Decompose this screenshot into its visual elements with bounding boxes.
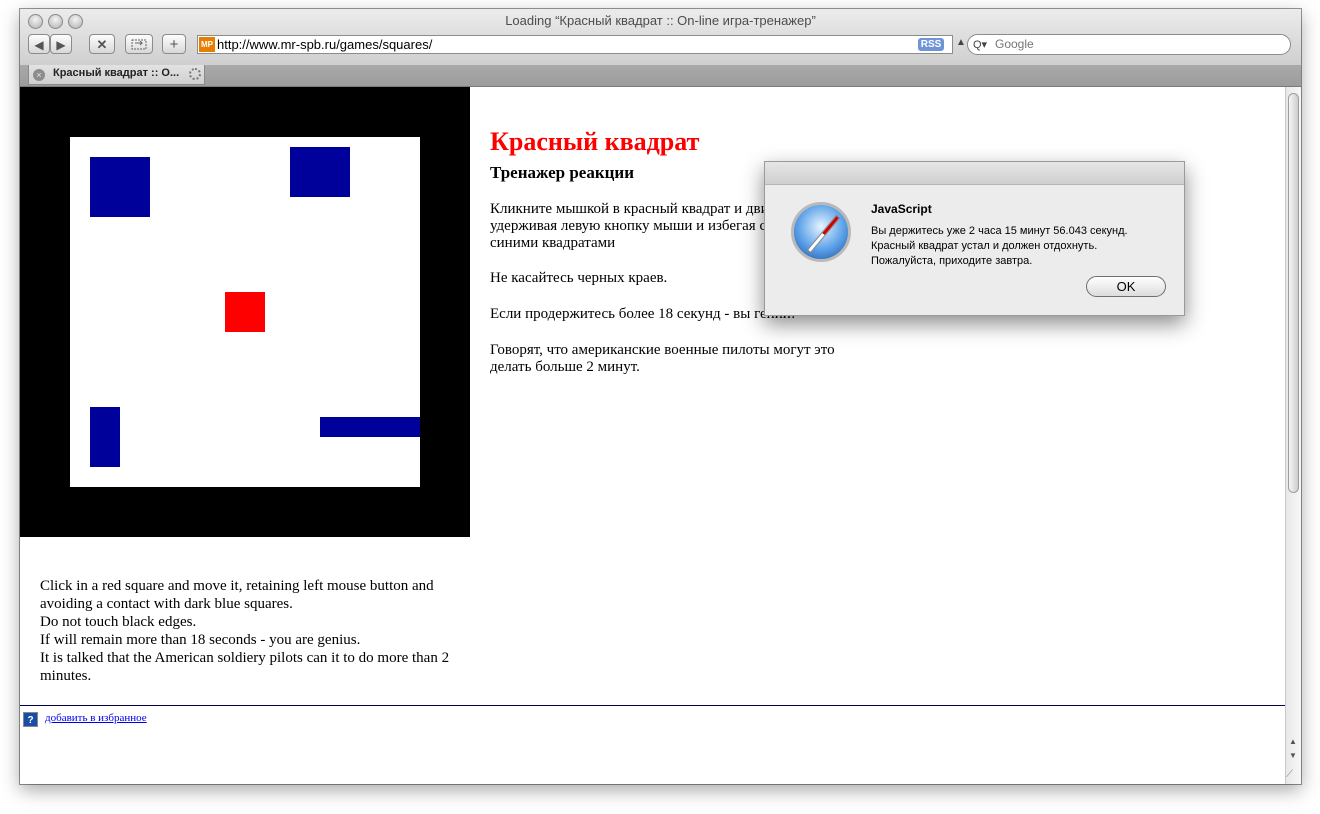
help-icon[interactable]: ? bbox=[23, 712, 38, 727]
dialog-message: Вы держитесь уже 2 часа 15 минут 56.043 … bbox=[871, 224, 1171, 269]
blue-square bbox=[320, 417, 420, 437]
search-field[interactable]: Q▾ bbox=[967, 34, 1291, 55]
page-subtitle: Тренажер реакции bbox=[490, 163, 635, 182]
snapback-icon bbox=[131, 39, 147, 50]
back-arrow-icon: ◀ bbox=[34, 38, 44, 52]
dialog-title: JavaScript bbox=[871, 202, 932, 216]
game-field[interactable] bbox=[70, 137, 420, 487]
english-line: If will remain more than 18 seconds - yo… bbox=[40, 632, 361, 648]
english-line: It is talked that the American soldiery … bbox=[40, 650, 450, 684]
back-button[interactable]: ◀ bbox=[28, 34, 50, 54]
forward-arrow-icon: ▶ bbox=[56, 38, 66, 52]
stop-icon: ✕ bbox=[96, 37, 108, 52]
address-bar[interactable]: MP http://www.mr-spb.ru/games/squares/ R… bbox=[197, 35, 953, 54]
red-square[interactable] bbox=[225, 292, 265, 332]
english-line: Click in a red square and move it, retai… bbox=[40, 578, 434, 612]
site-favicon-icon: MP bbox=[199, 37, 215, 52]
add-bookmark-button[interactable]: + bbox=[162, 34, 186, 54]
address-dropdown-chevron-icon[interactable]: ▲ bbox=[956, 37, 966, 48]
game-board[interactable] bbox=[20, 87, 470, 537]
english-line: Do not touch black edges. bbox=[40, 614, 197, 630]
scroll-down-icon[interactable]: ▼ bbox=[1289, 751, 1297, 760]
browser-window: Loading “Красный квадрат :: On-line игра… bbox=[20, 9, 1301, 784]
tab-label: Красный квадрат :: O... bbox=[53, 67, 180, 79]
snapback-button[interactable] bbox=[125, 34, 153, 54]
resize-grip-icon[interactable]: ⟋ bbox=[1286, 769, 1293, 780]
vertical-scrollbar[interactable]: ▲ ▼ bbox=[1285, 87, 1301, 784]
safari-compass-icon bbox=[791, 202, 851, 262]
blue-square bbox=[290, 147, 350, 197]
loading-spinner-icon bbox=[189, 68, 201, 80]
scroll-up-icon[interactable]: ▲ bbox=[1289, 737, 1297, 746]
stop-button[interactable]: ✕ bbox=[89, 34, 115, 54]
dialog-message-line: Красный квадрат устал и должен отдохнуть… bbox=[871, 240, 1098, 252]
page-title: Красный квадрат bbox=[490, 127, 700, 156]
tab-current[interactable]: × Красный квадрат :: O... bbox=[28, 65, 205, 85]
blue-square bbox=[90, 157, 150, 217]
add-to-favorites-link[interactable]: добавить в избранное bbox=[45, 712, 147, 724]
search-icon[interactable]: Q▾ bbox=[973, 38, 987, 51]
dialog-header bbox=[765, 162, 1184, 185]
address-url[interactable]: http://www.mr-spb.ru/games/squares/ bbox=[217, 36, 432, 53]
english-instructions: Click in a red square and move it, retai… bbox=[40, 577, 470, 685]
search-input[interactable] bbox=[995, 37, 1275, 51]
ok-button[interactable]: OK bbox=[1086, 276, 1166, 297]
scrollbar-thumb[interactable] bbox=[1288, 93, 1299, 493]
title-bar: Loading “Красный квадрат :: On-line игра… bbox=[20, 9, 1301, 66]
dialog-message-line: Пожалуйста, приходите завтра. bbox=[871, 255, 1033, 267]
tab-close-icon[interactable]: × bbox=[33, 69, 45, 81]
plus-icon: + bbox=[169, 36, 179, 53]
compass-needle bbox=[806, 214, 841, 254]
window-title: Loading “Красный квадрат :: On-line игра… bbox=[505, 13, 816, 28]
divider bbox=[20, 705, 1285, 706]
blue-square bbox=[90, 407, 120, 467]
dialog-message-line: Вы держитесь уже 2 часа 15 минут 56.043 … bbox=[871, 225, 1128, 237]
rss-button[interactable]: RSS bbox=[918, 38, 944, 51]
javascript-alert-dialog: JavaScript Вы держитесь уже 2 часа 15 ми… bbox=[764, 161, 1185, 316]
instructions-paragraph: Говорят, что американские военные пилоты… bbox=[490, 342, 835, 375]
tab-bar: × Красный квадрат :: O... bbox=[20, 65, 1301, 87]
forward-button[interactable]: ▶ bbox=[50, 34, 72, 54]
